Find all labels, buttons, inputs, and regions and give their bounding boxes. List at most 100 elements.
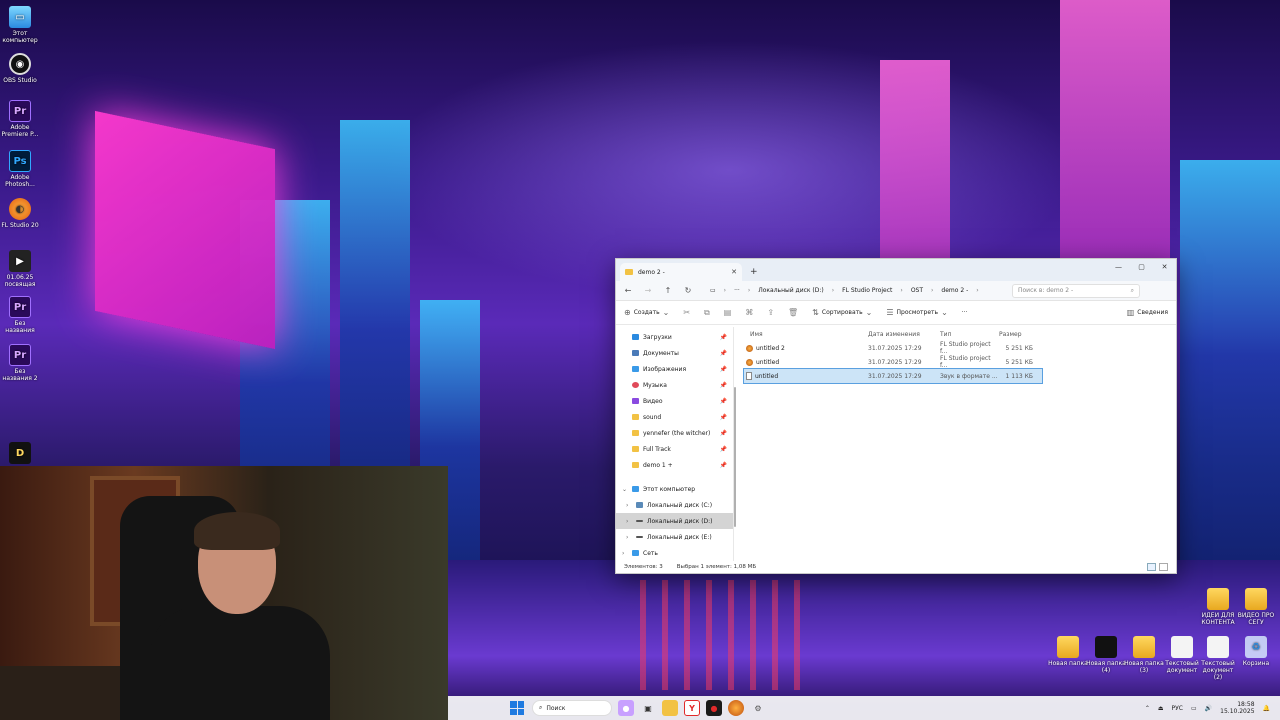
premiere-icon: Pr	[9, 100, 31, 122]
sidebar-item-this-pc[interactable]: ⌄ Этот компьютер	[616, 481, 733, 497]
back-arrow-icon[interactable]: ←	[622, 286, 634, 295]
sidebar-item-downloads[interactable]: Загрузки 📌	[616, 329, 733, 345]
desktop-icon-new-folder-3[interactable]: Новая папка (3)	[1124, 636, 1164, 674]
sidebar-item-drive-d[interactable]: › Локальный диск (D:)	[616, 513, 733, 529]
file-row[interactable]: untitled 31.07.2025 17:29 FL Studio proj…	[744, 355, 1042, 369]
desktop-icon-text-doc[interactable]: Текстовый документ	[1162, 636, 1202, 674]
chevron-down-icon[interactable]: ⌄	[622, 486, 628, 493]
folder-icon	[632, 446, 639, 452]
sidebar-item-videos[interactable]: Видео 📌	[616, 393, 733, 409]
desktop-icon-new-folder[interactable]: Новая папка	[1048, 636, 1088, 667]
pin-icon: 📌	[719, 397, 727, 405]
sidebar-item-full-track[interactable]: Full Track 📌	[616, 441, 733, 457]
file-explorer-window[interactable]: demo 2 - ✕ + — ▢ ✕ ← → ↑ ↻ ▭ › ··· › Лок…	[615, 258, 1177, 574]
desktop-icon-ideas-folder[interactable]: ИДЕИ ДЛЯ КОНТЕНТА	[1198, 588, 1238, 626]
start-button[interactable]	[510, 701, 524, 715]
sidebar-item-drive-e[interactable]: › Локальный диск (E:)	[616, 529, 733, 545]
up-arrow-icon[interactable]: ↑	[662, 286, 674, 295]
sidebar-item-label: sound	[643, 413, 662, 421]
copy-icon[interactable]: ⧉	[704, 308, 710, 318]
details-pane-icon: ▥	[1126, 308, 1135, 317]
usb-icon[interactable]: ⏏	[1158, 705, 1164, 712]
desktop-icon-video[interactable]: ▶ 01.06.25 посвящая	[0, 250, 40, 288]
share-icon[interactable]: ⇪	[767, 308, 774, 317]
details-button[interactable]: ▥ Сведения	[1127, 308, 1168, 317]
sidebar-item-network[interactable]: › Сеть	[616, 545, 733, 561]
chevron-up-icon[interactable]: ⌃	[1145, 705, 1150, 712]
chevron-right-icon[interactable]: ›	[622, 550, 628, 557]
chevron-right-icon[interactable]: ›	[626, 534, 632, 541]
column-name[interactable]: Имя	[744, 331, 868, 338]
desktop-icon-label: Корзина	[1242, 660, 1270, 667]
breadcrumb-item[interactable]: demo 2 -	[941, 287, 968, 294]
sidebar-item-documents[interactable]: Документы 📌	[616, 345, 733, 361]
yandex-browser-icon[interactable]: Y	[684, 700, 700, 716]
delete-icon[interactable]: 🗑	[788, 308, 798, 317]
forward-arrow-icon[interactable]: →	[642, 286, 654, 295]
refresh-icon[interactable]: ↻	[682, 286, 694, 295]
close-tab-icon[interactable]: ✕	[731, 268, 737, 276]
column-type[interactable]: Тип	[940, 331, 999, 338]
more-options-button[interactable]: ···	[962, 309, 968, 316]
desktop-icon-premiere-project-2[interactable]: Pr Без названия 2	[0, 344, 40, 382]
settings-gear-icon[interactable]: ⚙	[750, 700, 766, 716]
address-bar[interactable]: ▭ › ··· › Локальный диск (D:) › FL Studi…	[706, 284, 996, 298]
more-locations-icon[interactable]: ···	[734, 287, 740, 294]
tab-demo-2[interactable]: demo 2 - ✕	[620, 263, 742, 281]
create-button[interactable]: ⊕ Создать ⌄	[624, 308, 669, 317]
maximize-button[interactable]: ▢	[1130, 259, 1153, 275]
network-icon[interactable]: ▭	[1191, 705, 1197, 712]
navigation-bar: ← → ↑ ↻ ▭ › ··· › Локальный диск (D:) › …	[616, 281, 1176, 301]
folder-icon	[1095, 636, 1117, 658]
desktop-icon-sega-folder[interactable]: ВИДЕО ПРО СЕГУ	[1236, 588, 1276, 626]
desktop-icon-premiere-project[interactable]: Pr Без названия	[0, 296, 40, 334]
sidebar-item-pictures[interactable]: Изображения 📌	[616, 361, 733, 377]
taskbar-search[interactable]: ⌕ Поиск	[532, 700, 612, 716]
fl-studio-icon[interactable]	[728, 700, 744, 716]
new-tab-button[interactable]: +	[750, 263, 758, 281]
tiles-view-icon[interactable]	[1159, 563, 1168, 571]
sidebar-item-music[interactable]: Музыка 📌	[616, 377, 733, 393]
record-app-icon[interactable]: ●	[706, 700, 722, 716]
widgets-icon[interactable]: ●	[618, 700, 634, 716]
desktop-icon-text-doc-2[interactable]: Текстовый документ (2)	[1198, 636, 1238, 681]
desktop-icon-demo[interactable]: D	[0, 442, 40, 466]
desktop-icon-this-pc[interactable]: ▭ Этот компьютер	[0, 6, 40, 44]
file-row[interactable]: untitled 2 31.07.2025 17:29 FL Studio pr…	[744, 341, 1042, 355]
clock[interactable]: 18:58 15.10.2025	[1220, 701, 1254, 715]
sidebar-item-drive-c[interactable]: › Локальный диск (C:)	[616, 497, 733, 513]
desktop-icon-premiere[interactable]: Pr Adobe Premiere P...	[0, 100, 40, 138]
desktop-icon-recycle-bin[interactable]: ♻ Корзина	[1236, 636, 1276, 667]
minimize-button[interactable]: —	[1107, 259, 1130, 275]
file-explorer-icon[interactable]	[662, 700, 678, 716]
details-view-icon[interactable]	[1147, 563, 1156, 571]
file-row-selected[interactable]: untitled 31.07.2025 17:29 Звук в формате…	[743, 368, 1043, 384]
column-date[interactable]: Дата изменения	[868, 331, 940, 338]
rename-icon[interactable]: ⌘	[745, 308, 753, 317]
column-size[interactable]: Размер	[999, 331, 1039, 338]
breadcrumb-item[interactable]: OST	[911, 287, 923, 294]
task-view-icon[interactable]: ▣	[640, 700, 656, 716]
notifications-icon[interactable]: 🔔	[1263, 705, 1270, 712]
chevron-right-icon: ›	[976, 287, 979, 294]
breadcrumb-item[interactable]: Локальный диск (D:)	[758, 287, 824, 294]
sidebar-item-sound[interactable]: sound 📌	[616, 409, 733, 425]
language-indicator[interactable]: РУС	[1172, 705, 1183, 712]
chevron-right-icon[interactable]: ›	[626, 502, 632, 509]
paste-icon[interactable]: ▤	[724, 308, 732, 317]
desktop-icon-fl-studio[interactable]: ◐ FL Studio 20	[0, 198, 40, 229]
close-button[interactable]: ✕	[1153, 259, 1176, 275]
desktop-icon-new-folder-4[interactable]: Новая папка (4)	[1086, 636, 1126, 674]
view-button[interactable]: ☰ Просмотреть ⌄	[886, 308, 947, 317]
title-bar[interactable]: demo 2 - ✕ + — ▢ ✕	[616, 259, 1176, 281]
sidebar-item-demo-1[interactable]: demo 1 + 📌	[616, 457, 733, 473]
desktop-icon-photoshop[interactable]: Ps Adobe Photosh...	[0, 150, 40, 188]
breadcrumb-item[interactable]: FL Studio Project	[842, 287, 892, 294]
search-input[interactable]: Поиск в: demo 2 - ⌕	[1012, 283, 1140, 298]
volume-icon[interactable]: 🔊	[1205, 705, 1212, 712]
cut-icon[interactable]: ✂	[683, 308, 690, 317]
chevron-right-icon[interactable]: ›	[626, 518, 632, 525]
desktop-icon-obs[interactable]: ◉ OBS Studio	[0, 53, 40, 84]
sort-button[interactable]: ⇅ Сортировать ⌄	[812, 308, 872, 317]
sidebar-item-yennefer[interactable]: yennefer (the witcher) 📌	[616, 425, 733, 441]
